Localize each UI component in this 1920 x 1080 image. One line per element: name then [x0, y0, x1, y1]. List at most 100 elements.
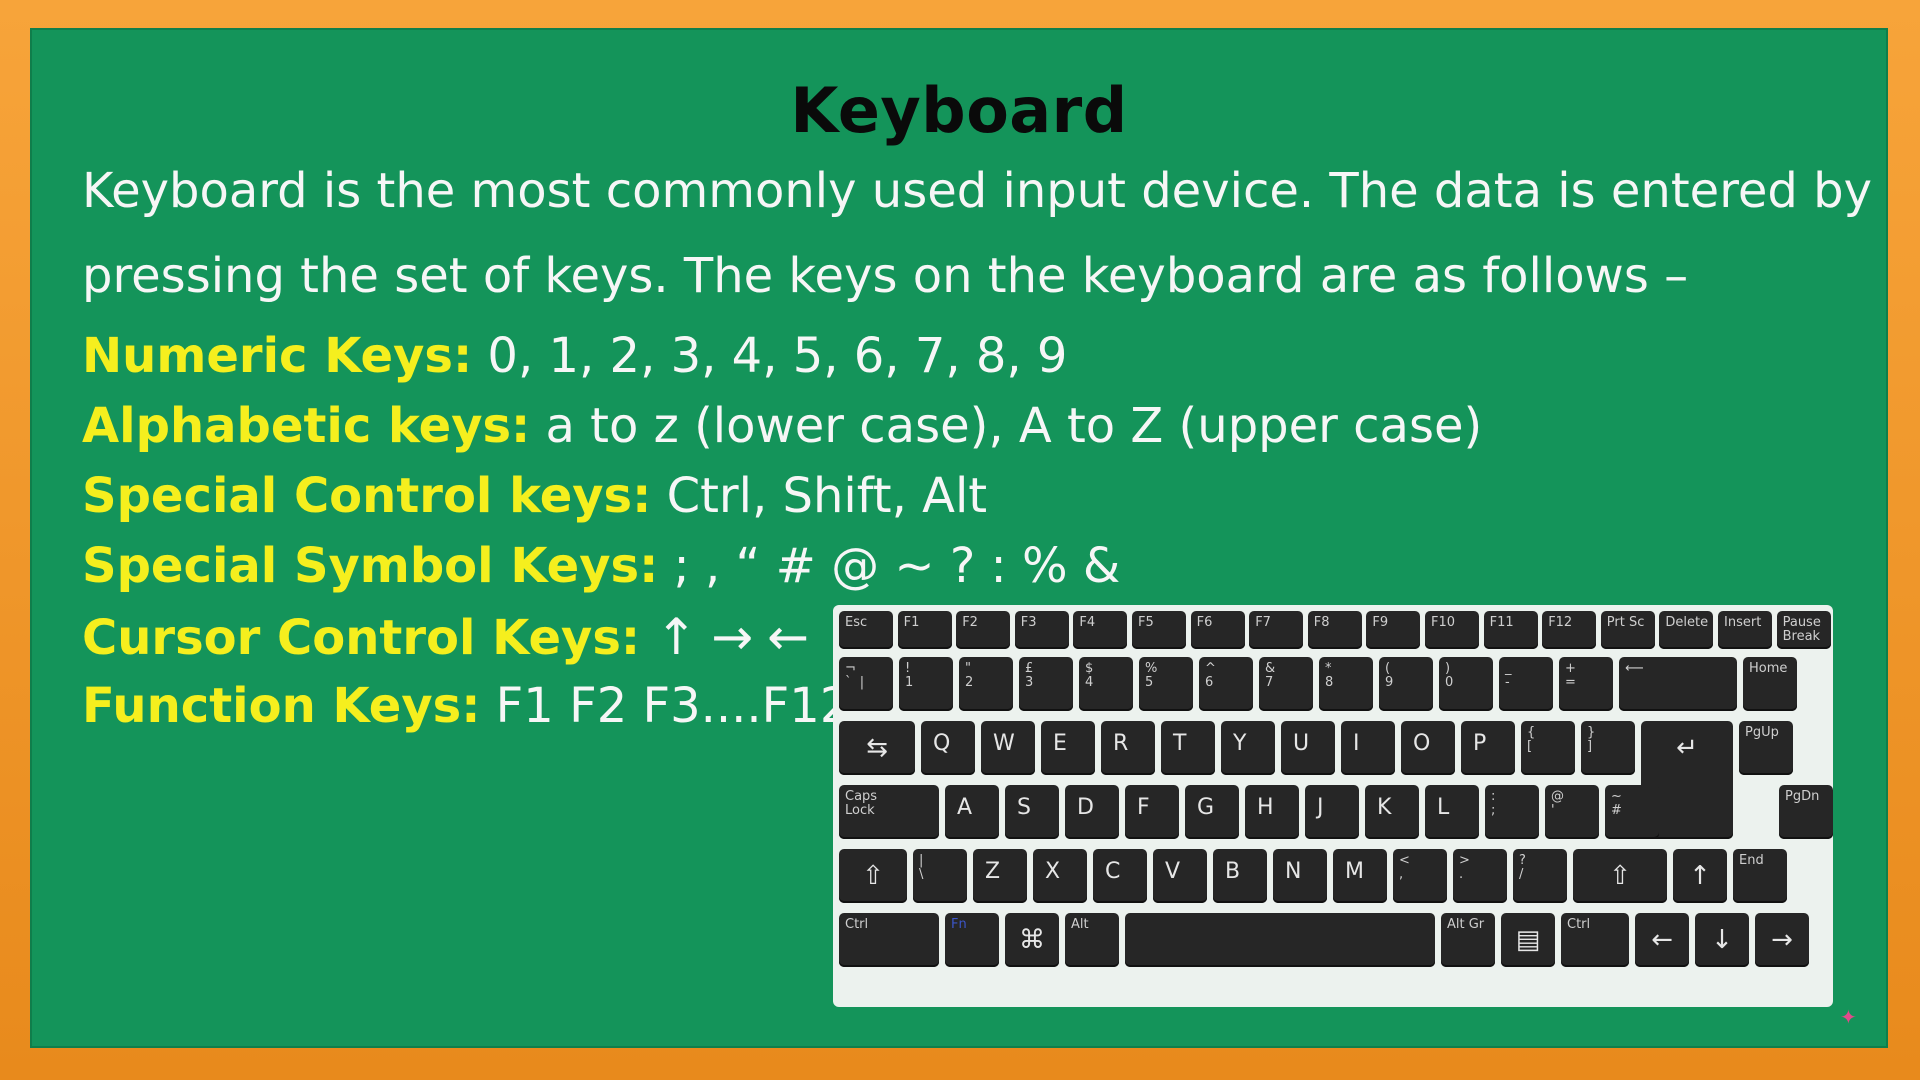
special-control-keys-value: Ctrl, Shift, Alt: [651, 468, 988, 524]
key: Ctrl: [839, 913, 939, 967]
key-label: D: [1077, 795, 1094, 820]
key-label: B: [1225, 859, 1241, 884]
special-symbol-keys-value: ; , “ # @ ~ ? : % &: [658, 538, 1121, 594]
key: F1: [897, 611, 952, 649]
key-label: G: [1197, 795, 1215, 820]
key: F7: [1249, 611, 1304, 649]
key: > .: [1453, 849, 1507, 903]
key-label: End: [1739, 853, 1764, 868]
key-label: PgDn: [1785, 789, 1820, 804]
key: →: [1755, 913, 1809, 967]
key-label: " 2: [965, 661, 974, 690]
key-label: ⇧: [1609, 861, 1631, 891]
key: Y: [1221, 721, 1275, 775]
key-label: ⌘: [1019, 925, 1045, 955]
key: W: [981, 721, 1035, 775]
key: E: [1041, 721, 1095, 775]
key-label: ↑: [1689, 861, 1711, 891]
key: Alt Gr: [1441, 913, 1495, 967]
key-label: Ctrl: [1567, 917, 1591, 932]
key-label: U: [1293, 731, 1310, 756]
key: R: [1101, 721, 1155, 775]
key: & 7: [1259, 657, 1313, 711]
key-label: ⇧: [862, 861, 884, 891]
key-label: Esc: [845, 615, 868, 630]
key: PgDn: [1779, 785, 1833, 839]
key-label: ! 1: [905, 661, 914, 690]
key-label: R: [1113, 731, 1129, 756]
key-label: S: [1017, 795, 1031, 820]
key: | \: [913, 849, 967, 903]
key-label: > .: [1459, 853, 1470, 882]
key-label: ¬ ` |: [845, 661, 865, 690]
alphabetic-keys-value: a to z (lower case), A to Z (upper case): [530, 398, 1483, 454]
key-label: PgUp: [1745, 725, 1779, 740]
key-label: Alt Gr: [1447, 917, 1485, 932]
key: _ -: [1499, 657, 1553, 711]
key-label: : ;: [1491, 789, 1496, 818]
key-label: ~ #: [1611, 789, 1622, 818]
key-label: Q: [933, 731, 951, 756]
key: ? /: [1513, 849, 1567, 903]
key-label: & 7: [1265, 661, 1276, 690]
key-label: Z: [985, 859, 1001, 884]
key-label: } ]: [1587, 725, 1596, 754]
key-label: Ctrl: [845, 917, 869, 932]
key-label: ) 0: [1445, 661, 1454, 690]
key: ⇧: [1573, 849, 1667, 903]
key: ⟵: [1619, 657, 1737, 711]
key: Delete: [1659, 611, 1714, 649]
key-label: Pause Break: [1782, 615, 1821, 644]
key: S: [1005, 785, 1059, 839]
key: ^ 6: [1199, 657, 1253, 711]
key: ⇧: [839, 849, 907, 903]
key-label: F11: [1489, 615, 1514, 630]
key: £ 3: [1019, 657, 1073, 711]
key: PgUp: [1739, 721, 1793, 775]
key: Pause Break: [1776, 611, 1831, 649]
key-label: Home: [1749, 661, 1788, 676]
arrow-left-icon: ←: [767, 608, 810, 666]
key: K: [1365, 785, 1419, 839]
key: ¬ ` |: [839, 657, 893, 711]
key: C: [1093, 849, 1147, 903]
key-label: % 5: [1145, 661, 1158, 690]
key: O: [1401, 721, 1455, 775]
key: Home: [1743, 657, 1797, 711]
key-label: _ -: [1505, 661, 1512, 690]
key: ! 1: [899, 657, 953, 711]
key: F11: [1483, 611, 1538, 649]
special-control-keys-row: Special Control keys: Ctrl, Shift, Alt: [82, 468, 987, 524]
key-label: F7: [1255, 615, 1271, 630]
key: Z: [973, 849, 1027, 903]
key-label: Y: [1233, 731, 1247, 756]
function-keys-row: Function Keys: F1 F2 F3....F12: [82, 678, 850, 734]
key: U: [1281, 721, 1335, 775]
key: B: [1213, 849, 1267, 903]
function-keys-value: F1 F2 F3....F12: [480, 678, 851, 734]
key: J: [1305, 785, 1359, 839]
key-label: F8: [1313, 615, 1330, 630]
key-label: →: [1771, 925, 1793, 955]
key: H: [1245, 785, 1299, 839]
key-label: F2: [962, 615, 978, 630]
key: < ,: [1393, 849, 1447, 903]
key: L: [1425, 785, 1479, 839]
key: F12: [1542, 611, 1597, 649]
intro-line-2: pressing the set of keys. The keys on th…: [82, 248, 1689, 304]
key-label: T: [1173, 731, 1187, 756]
key-label: ⇆: [866, 733, 888, 763]
key: F6: [1190, 611, 1245, 649]
key: P: [1461, 721, 1515, 775]
key-label: O: [1413, 731, 1431, 756]
key: Esc: [839, 611, 893, 649]
key-label: A: [957, 795, 973, 820]
key-label: F3: [1020, 615, 1037, 630]
key-label: F12: [1548, 615, 1573, 630]
key: ▤: [1501, 913, 1555, 967]
key: F2: [956, 611, 1011, 649]
key: Insert: [1718, 611, 1772, 649]
key: } ]: [1581, 721, 1635, 775]
numeric-keys-row: Numeric Keys: 0, 1, 2, 3, 4, 5, 6, 7, 8,…: [82, 328, 1067, 384]
key-label: C: [1105, 859, 1121, 884]
